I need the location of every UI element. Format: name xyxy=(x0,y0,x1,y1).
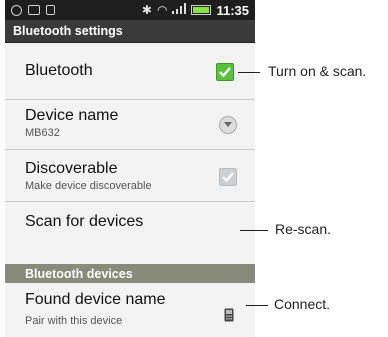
checkmark-icon xyxy=(219,67,231,78)
device-name-dropdown[interactable] xyxy=(219,116,237,134)
callout-turn-on-scan: Turn on & scan. xyxy=(268,63,367,79)
battery-icon xyxy=(191,5,212,15)
setting-discoverable[interactable]: Discoverable Make device discoverable xyxy=(5,150,255,202)
phone-icon xyxy=(224,308,234,322)
setting-scan-for-devices[interactable]: Scan for devices xyxy=(5,202,255,264)
setting-discoverable-title: Discoverable xyxy=(25,160,118,177)
device-list-item[interactable]: Found device name Pair with this device xyxy=(5,283,255,337)
setting-bluetooth-title: Bluetooth xyxy=(25,62,93,79)
setting-discoverable-subtitle: Make device discoverable xyxy=(25,180,152,192)
callout-line-device xyxy=(246,305,268,306)
setting-device-name[interactable]: Device name MB632 xyxy=(5,100,255,150)
bluetooth-icon: ✱ xyxy=(141,3,152,17)
status-time: 11:35 xyxy=(216,2,249,18)
bluetooth-checkbox[interactable] xyxy=(216,63,234,81)
discoverable-checkbox[interactable] xyxy=(219,168,237,186)
chevron-down-icon xyxy=(224,122,232,127)
page-title: Bluetooth settings xyxy=(5,20,255,43)
callout-rescan: Re-scan. xyxy=(275,221,332,237)
setting-device-name-title: Device name xyxy=(25,107,119,124)
callout-line-scan xyxy=(240,230,268,231)
phone-screen: ✱ ◠ 11:35 Bluetooth settings Bluetooth D… xyxy=(5,0,255,337)
setting-device-name-value: MB632 xyxy=(25,127,60,139)
callout-line-bluetooth xyxy=(238,72,260,73)
wifi-icon: ◠ xyxy=(156,3,168,17)
setting-scan-title: Scan for devices xyxy=(25,213,144,230)
sd-card-icon xyxy=(46,5,55,15)
device-title: Found device name xyxy=(25,291,166,308)
checkmark-icon xyxy=(222,172,234,183)
signal-icon xyxy=(172,3,187,17)
status-bar: ✱ ◠ 11:35 xyxy=(5,0,255,20)
callout-connect: Connect. xyxy=(274,296,331,312)
setting-bluetooth[interactable]: Bluetooth xyxy=(5,43,255,100)
mail-icon xyxy=(28,5,40,15)
sync-icon xyxy=(11,4,22,16)
section-header-bluetooth-devices: Bluetooth devices xyxy=(5,264,255,283)
device-subtitle: Pair with this device xyxy=(25,315,123,327)
